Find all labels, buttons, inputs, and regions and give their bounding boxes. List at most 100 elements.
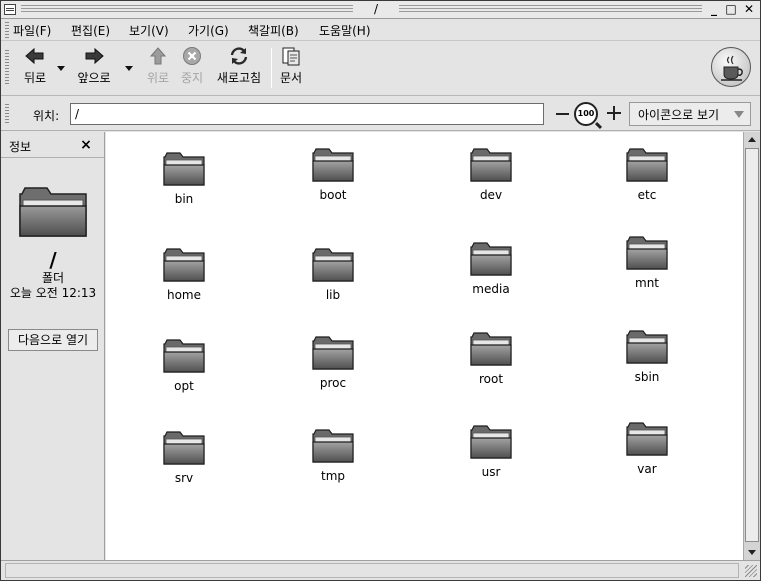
- up-label: 위로: [146, 71, 170, 85]
- folder-item[interactable]: mnt: [602, 234, 692, 290]
- file-manager-window: / _ □ ✕ 파일(F) 편집(E) 보기(V) 가기(G) 책갈피(B) 도…: [0, 0, 761, 581]
- locationbar-grip[interactable]: [5, 104, 9, 124]
- folder-item[interactable]: root: [446, 330, 536, 386]
- vertical-scrollbar[interactable]: [743, 132, 760, 560]
- forward-history-dropdown[interactable]: [125, 66, 133, 71]
- scroll-up-arrow[interactable]: [748, 137, 756, 142]
- folder-item[interactable]: dev: [446, 146, 536, 202]
- folder-item[interactable]: opt: [139, 337, 229, 393]
- folder-item[interactable]: tmp: [288, 427, 378, 483]
- folder-icon: [470, 332, 512, 366]
- folder-item[interactable]: var: [602, 420, 692, 476]
- scroll-thumb[interactable]: [745, 148, 759, 542]
- toolbar-separator: [271, 48, 272, 88]
- folder-name: lib: [325, 288, 341, 302]
- folder-name: root: [478, 372, 504, 386]
- folder-item[interactable]: sbin: [602, 328, 692, 384]
- back-button[interactable]: 뒤로: [15, 46, 55, 86]
- menu-bar: 파일(F) 편집(E) 보기(V) 가기(G) 책갈피(B) 도움말(H): [1, 19, 760, 41]
- stop-icon: [183, 47, 201, 65]
- documents-button[interactable]: 문서: [275, 46, 307, 86]
- window-menu-icon[interactable]: [4, 4, 16, 15]
- folder-icon: [163, 339, 205, 373]
- arrow-up-icon: [149, 47, 167, 65]
- folder-item[interactable]: home: [139, 246, 229, 302]
- side-pane-close-button[interactable]: ×: [77, 136, 95, 154]
- location-label: 위치:: [33, 109, 60, 123]
- close-button[interactable]: ✕: [741, 2, 757, 17]
- side-pane: 정보 × / 폴더 오늘 오전 12:13 다음으로 열기: [1, 132, 105, 560]
- reload-button[interactable]: 새로고침: [211, 46, 267, 86]
- folder-name: proc: [319, 376, 347, 390]
- title-bar[interactable]: / _ □ ✕: [1, 1, 760, 19]
- folder-icon: [163, 431, 205, 465]
- title-bar-grip-right: [399, 5, 702, 14]
- menu-bookmarks[interactable]: 책갈피(B): [248, 22, 299, 39]
- open-with-button[interactable]: 다음으로 열기: [8, 329, 98, 351]
- stop-button[interactable]: 중지: [175, 46, 209, 86]
- folder-item[interactable]: etc: [602, 146, 692, 202]
- folder-name: home: [166, 288, 202, 302]
- folder-item[interactable]: usr: [446, 423, 536, 479]
- resize-grip[interactable]: [745, 565, 757, 577]
- folder-name: media: [472, 282, 510, 296]
- menu-edit[interactable]: 편집(E): [71, 22, 110, 39]
- folder-item[interactable]: proc: [288, 334, 378, 390]
- toolbar-grip[interactable]: [5, 50, 9, 86]
- folder-icon: [626, 422, 668, 456]
- reload-icon: [230, 47, 248, 65]
- window-title: /: [373, 2, 379, 16]
- large-folder-icon: [19, 187, 87, 237]
- folder-item[interactable]: lib: [288, 246, 378, 302]
- icon-view[interactable]: bin boot dev etc home lib media mnt opt proc root s…: [106, 132, 743, 560]
- maximize-button[interactable]: □: [723, 2, 739, 17]
- folder-icon: [312, 429, 354, 463]
- zoom-out-button[interactable]: [556, 113, 569, 115]
- folder-name: tmp: [320, 469, 345, 483]
- scroll-down-arrow[interactable]: [748, 550, 756, 555]
- folder-icon: [626, 330, 668, 364]
- zoom-in-button[interactable]: [607, 106, 621, 120]
- folder-name: mnt: [635, 276, 659, 290]
- menu-help[interactable]: 도움말(H): [319, 22, 371, 39]
- side-pane-title[interactable]: 정보: [9, 138, 31, 155]
- chevron-down-icon: [734, 111, 744, 118]
- folder-icon: [163, 152, 205, 186]
- back-history-dropdown[interactable]: [57, 66, 65, 71]
- zoom-level-button[interactable]: 100: [574, 102, 598, 126]
- folder-name: opt: [174, 379, 194, 393]
- folder-name: etc: [637, 188, 657, 202]
- folder-item[interactable]: srv: [139, 429, 229, 485]
- selected-folder-name: /: [49, 248, 57, 272]
- folder-name: usr: [481, 465, 501, 479]
- folder-icon: [470, 148, 512, 182]
- view-mode-label: 아이콘으로 보기: [638, 108, 720, 122]
- status-message: [5, 563, 739, 578]
- folder-icon: [470, 242, 512, 276]
- folder-name: bin: [174, 192, 194, 206]
- reload-label: 새로고침: [216, 71, 262, 85]
- minimize-button[interactable]: _: [706, 2, 722, 17]
- folder-item[interactable]: media: [446, 240, 536, 296]
- activity-throbber: [711, 47, 751, 87]
- side-pane-header: 정보 ×: [1, 132, 104, 158]
- folder-item[interactable]: boot: [288, 146, 378, 202]
- forward-button[interactable]: 앞으로: [71, 46, 117, 86]
- status-bar: [1, 560, 760, 580]
- view-mode-select[interactable]: 아이콘으로 보기: [629, 102, 751, 126]
- folder-name: var: [637, 462, 657, 476]
- menu-view[interactable]: 보기(V): [129, 22, 169, 39]
- menu-file[interactable]: 파일(F): [13, 22, 51, 39]
- documents-icon: [282, 47, 300, 66]
- menu-go[interactable]: 가기(G): [188, 22, 229, 39]
- folder-name: sbin: [634, 370, 660, 384]
- folder-icon: [470, 425, 512, 459]
- menubar-grip[interactable]: [5, 22, 9, 38]
- toolbar: 뒤로 앞으로 위로 중지 새로고침 문서: [1, 42, 760, 96]
- title-bar-grip-left: [21, 5, 353, 14]
- folder-item[interactable]: bin: [139, 150, 229, 206]
- stop-label: 중지: [180, 71, 204, 85]
- location-input[interactable]: [70, 103, 544, 125]
- selected-folder-modified: 오늘 오전 12:13: [9, 286, 97, 300]
- up-button[interactable]: 위로: [141, 46, 175, 86]
